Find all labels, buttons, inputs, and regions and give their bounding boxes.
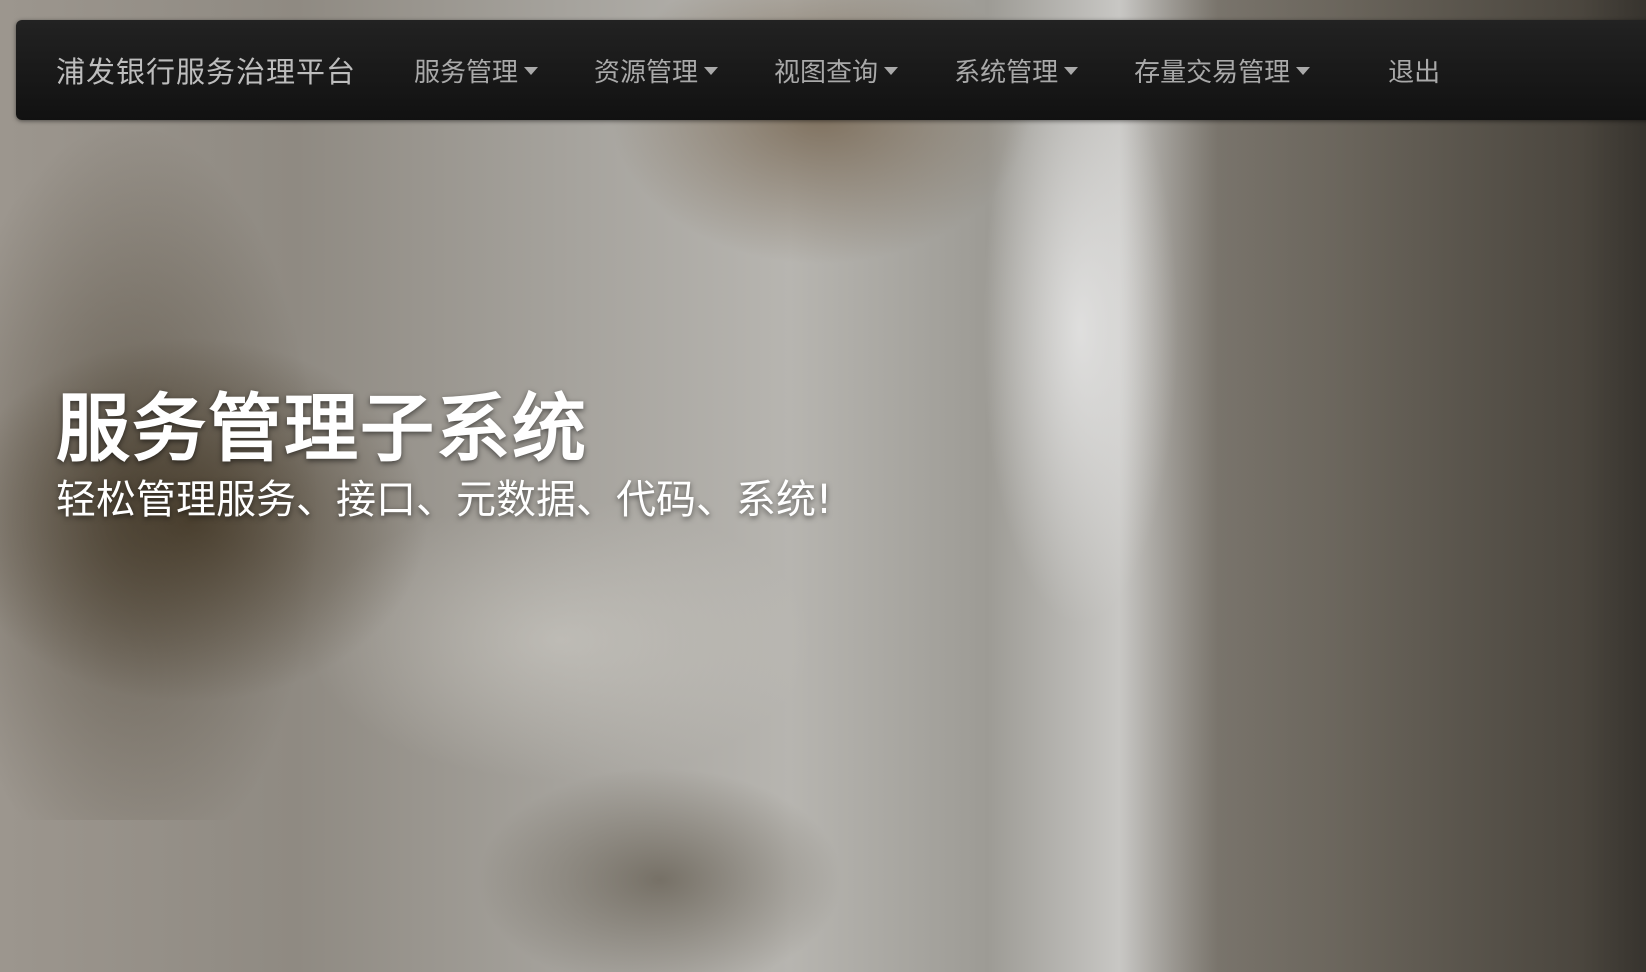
top-navbar: 浦发银行服务治理平台 服务管理 资源管理 视图查询 系统管理 存量交易管理 退出 bbox=[16, 20, 1646, 120]
hero-section: 服务管理子系统 轻松管理服务、接口、元数据、代码、系统! bbox=[56, 385, 832, 525]
caret-down-icon bbox=[884, 67, 899, 75]
nav-item-service-management[interactable]: 服务管理 bbox=[414, 52, 539, 89]
caret-down-icon bbox=[1064, 67, 1079, 75]
background-shade bbox=[1126, 0, 1646, 972]
brand-title[interactable]: 浦发银行服务治理平台 bbox=[56, 49, 356, 91]
caret-down-icon bbox=[524, 67, 539, 75]
hero-subtitle: 轻松管理服务、接口、元数据、代码、系统! bbox=[56, 477, 833, 523]
nav-item-legacy-transaction-management[interactable]: 存量交易管理 bbox=[1134, 52, 1311, 89]
nav-item-label: 服务管理 bbox=[414, 57, 519, 88]
nav-item-label: 视图查询 bbox=[774, 57, 879, 88]
nav-item-view-query[interactable]: 视图查询 bbox=[774, 52, 899, 89]
page: 浦发银行服务治理平台 服务管理 资源管理 视图查询 系统管理 存量交易管理 退出… bbox=[0, 0, 1646, 972]
hero-title: 服务管理子系统 bbox=[56, 386, 588, 472]
caret-down-icon bbox=[704, 67, 719, 75]
nav-item-label: 系统管理 bbox=[954, 57, 1059, 88]
nav-item-label: 存量交易管理 bbox=[1134, 57, 1291, 88]
logout-link[interactable]: 退出 bbox=[1388, 52, 1440, 89]
caret-down-icon bbox=[1296, 67, 1311, 75]
nav-item-system-management[interactable]: 系统管理 bbox=[954, 52, 1079, 89]
nav-item-label: 资源管理 bbox=[594, 57, 699, 88]
nav-item-resource-management[interactable]: 资源管理 bbox=[594, 52, 719, 89]
